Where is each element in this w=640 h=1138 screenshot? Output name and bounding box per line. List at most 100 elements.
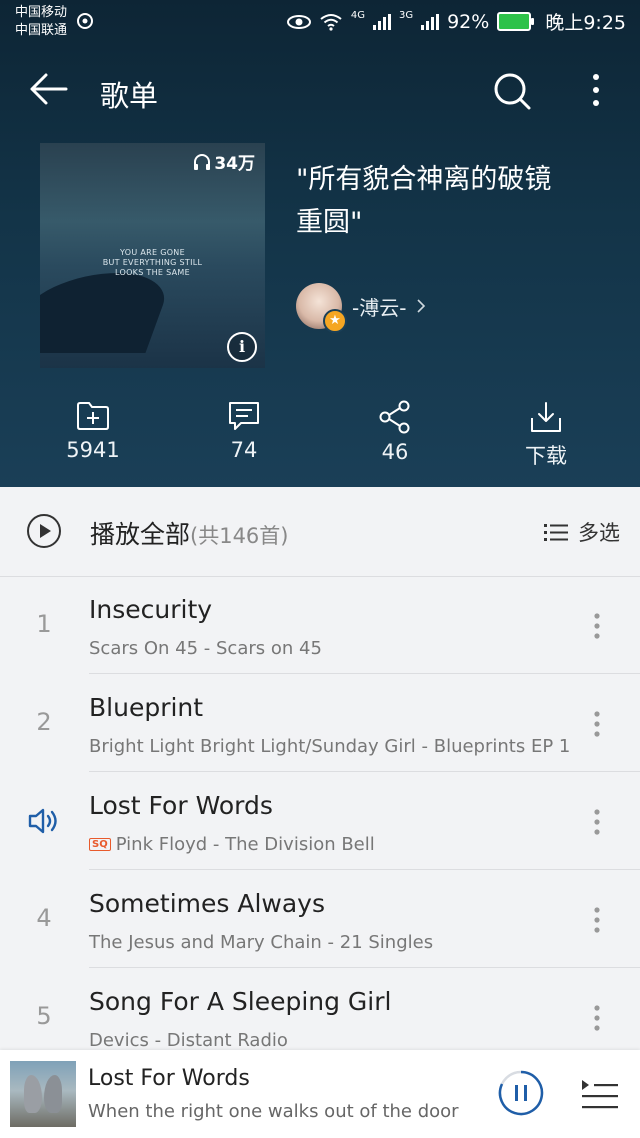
info-icon[interactable]: i — [227, 332, 257, 362]
playlist-title-line: 重圆" — [296, 207, 363, 238]
share-count: 46 — [381, 440, 409, 464]
song-title: Blueprint — [89, 693, 204, 722]
status-right: 4G 3G 92% 晚上9:25 — [286, 8, 626, 35]
song-more-icon[interactable] — [590, 1003, 604, 1033]
back-arrow-icon[interactable] — [28, 71, 68, 107]
cover-figure — [44, 1075, 62, 1113]
song-title: Song For A Sleeping Girl — [89, 987, 392, 1016]
avatar: ★ — [296, 283, 347, 333]
song-subtitle: Devics - Distant Radio — [89, 1030, 288, 1051]
cover-quote-line: BUT EVERYTHING STILL — [102, 258, 203, 267]
signal-1-type: 4G — [350, 10, 365, 21]
download-icon — [531, 402, 561, 432]
playlist-queue-icon[interactable] — [580, 1076, 620, 1112]
play-all-row[interactable]: 播放全部(共146首) 多选 — [0, 487, 640, 577]
action-bar: 5941 74 46 下载 — [0, 400, 640, 480]
song-more-icon[interactable] — [590, 709, 604, 739]
divider — [89, 869, 640, 870]
song-row[interactable]: 4 Sometimes Always The Jesus and Mary Ch… — [0, 871, 640, 968]
pause-button-icon[interactable] — [498, 1070, 544, 1116]
song-title: Lost For Words — [89, 791, 273, 820]
carrier-2: 中国联通 — [15, 23, 68, 38]
page-title: 歌单 — [100, 79, 159, 113]
cover-quote-line: LOOKS THE SAME — [115, 268, 190, 277]
signal-2-icon — [421, 13, 440, 30]
status-bar: 中国移动 中国联通 4G 3G 92% 晚上9:25 — [0, 0, 640, 44]
signal-2-type: 3G — [398, 10, 414, 21]
hotspot-icon — [77, 13, 93, 29]
song-number: 4 — [36, 904, 52, 932]
song-more-icon[interactable] — [590, 905, 604, 935]
song-row[interactable]: 1 Insecurity Scars On 45 - Scars on 45 — [0, 577, 640, 674]
playlist-cover[interactable]: YOU ARE GONE BUT EVERYTHING STILL LOOKS … — [40, 143, 265, 368]
song-artist-album: Bright Light Bright Light/Sunday Girl - … — [89, 736, 571, 757]
play-all-text: 播放全部 — [90, 520, 191, 549]
mini-player[interactable]: Lost For Words When the right one walks … — [0, 1050, 640, 1138]
song-subtitle: SQ Pink Floyd - The Division Bell — [89, 834, 375, 855]
chevron-right-icon — [417, 299, 426, 313]
song-list-area: 播放全部(共146首) 多选 1 Insecurity Scars On 45 … — [0, 487, 640, 1138]
song-number: 2 — [36, 708, 52, 736]
collect-button[interactable]: 5941 — [38, 400, 148, 462]
comment-icon — [229, 402, 259, 430]
download-label: 下载 — [525, 444, 567, 468]
play-all-label[interactable]: 播放全部(共146首) — [90, 515, 288, 551]
comment-button[interactable]: 74 — [189, 400, 299, 462]
star-badge-icon: ★ — [323, 309, 347, 333]
song-more-icon[interactable] — [590, 807, 604, 837]
sq-quality-badge: SQ — [89, 838, 111, 851]
song-title: Sometimes Always — [89, 889, 325, 918]
song-title: Insecurity — [89, 595, 213, 624]
song-number: 5 — [36, 1002, 52, 1030]
song-number: 1 — [36, 610, 52, 638]
play-count: 34万 — [193, 149, 255, 174]
song-subtitle: Bright Light Bright Light/Sunday Girl - … — [89, 736, 570, 757]
eye-icon — [286, 14, 311, 29]
cover-quote: YOU ARE GONE BUT EVERYTHING STILL LOOKS … — [40, 248, 265, 278]
play-count-value: 34万 — [214, 154, 255, 174]
share-icon — [379, 400, 410, 434]
divider — [89, 967, 640, 968]
download-button[interactable]: 下载 — [491, 400, 601, 470]
song-row[interactable]: 2 Blueprint Bright Light Bright Light/Su… — [0, 675, 640, 772]
creator-link[interactable]: ★ -溥云- — [296, 283, 426, 333]
song-artist-album: Devics - Distant Radio — [89, 1030, 288, 1051]
song-count: (共146首) — [190, 524, 289, 548]
search-icon[interactable] — [492, 71, 532, 111]
play-circle-icon[interactable] — [26, 513, 62, 549]
clock: 晚上9:25 — [545, 12, 626, 34]
song-artist-album: Scars On 45 - Scars on 45 — [89, 638, 322, 659]
speaker-playing-icon — [28, 808, 57, 834]
song-more-icon[interactable] — [590, 611, 604, 641]
now-playing-lyric: When the right one walks out of the door — [88, 1101, 459, 1122]
creator-name: -溥云- — [352, 295, 407, 320]
divider — [89, 673, 640, 674]
battery-percent: 92% — [447, 10, 490, 33]
cover-figure — [24, 1075, 42, 1113]
top-bar: 歌单 — [0, 55, 640, 125]
multi-select-button[interactable]: 多选 — [544, 517, 620, 547]
cover-quote-line: YOU ARE GONE — [120, 248, 185, 257]
song-subtitle: The Jesus and Mary Chain - 21 Singles — [89, 932, 433, 953]
comment-count: 74 — [230, 438, 258, 462]
list-icon — [544, 524, 568, 541]
divider — [89, 771, 640, 772]
share-button[interactable]: 46 — [340, 400, 450, 464]
song-subtitle: Scars On 45 - Scars on 45 — [89, 638, 322, 659]
song-artist-album: The Jesus and Mary Chain - 21 Singles — [89, 932, 434, 953]
folder-add-icon — [77, 402, 109, 430]
wifi-icon — [320, 13, 342, 31]
song-row-playing[interactable]: Lost For Words SQ Pink Floyd - The Divis… — [0, 773, 640, 870]
now-playing-title: Lost For Words — [88, 1066, 250, 1091]
carrier-info: 中国移动 中国联通 — [15, 4, 67, 40]
collect-count: 5941 — [66, 438, 120, 462]
multi-select-label: 多选 — [578, 521, 620, 545]
more-options-icon[interactable] — [586, 71, 606, 111]
now-playing-cover[interactable] — [10, 1061, 76, 1127]
playlist-header: 中国移动 中国联通 4G 3G 92% 晚上9:25 歌单 YOU ARE GO… — [0, 0, 640, 487]
playlist-title-line: "所有貌合神离的破镜 — [296, 164, 552, 195]
signal-1-icon — [372, 13, 391, 30]
song-artist-album: Pink Floyd - The Division Bell — [115, 834, 375, 855]
playlist-title[interactable]: "所有貌合神离的破镜 重圆" — [296, 158, 606, 244]
battery-icon — [497, 12, 535, 31]
